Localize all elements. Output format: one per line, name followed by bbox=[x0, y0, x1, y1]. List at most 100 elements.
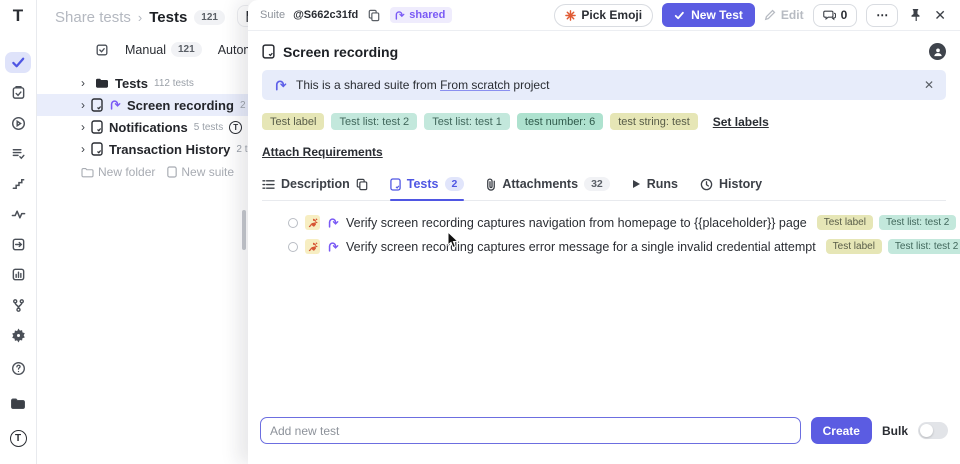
tab-description[interactable]: Description bbox=[262, 177, 368, 200]
list-check-icon bbox=[11, 146, 26, 161]
label-chip[interactable]: test number: 6 bbox=[517, 113, 603, 130]
pulse-icon bbox=[11, 207, 26, 222]
rail-item-plans[interactable] bbox=[5, 82, 31, 103]
select-all-icon[interactable] bbox=[95, 43, 109, 57]
test-title[interactable]: Verify screen recording captures error m… bbox=[346, 240, 816, 254]
tab-manual[interactable]: Manual 121 bbox=[125, 42, 202, 57]
tree-row-tests[interactable]: › Tests 112 tests bbox=[37, 72, 248, 94]
edit-label: Edit bbox=[781, 8, 804, 22]
play-circle-icon bbox=[11, 116, 26, 131]
rail-item-tests[interactable] bbox=[5, 52, 31, 73]
set-labels-link[interactable]: Set labels bbox=[713, 115, 769, 129]
rail-item-projects[interactable] bbox=[5, 390, 31, 416]
suite-doc-icon bbox=[262, 44, 275, 59]
branch-icon bbox=[11, 298, 26, 313]
drawer-body: Screen recording This is a shared suite … bbox=[248, 31, 960, 464]
label-chip: Test label bbox=[826, 239, 882, 254]
rail-item-help[interactable] bbox=[5, 355, 31, 381]
pick-emoji-button[interactable]: Pick Emoji bbox=[554, 4, 653, 27]
chevron-right-icon[interactable]: › bbox=[81, 98, 85, 112]
tab-automated[interactable]: Automated bbox=[218, 43, 248, 57]
comments-button[interactable]: 0 bbox=[813, 4, 858, 27]
new-folder-button[interactable]: New folder bbox=[81, 165, 155, 179]
shared-badge-label: shared bbox=[409, 9, 445, 21]
tree-row-transaction-history[interactable]: › Transaction History 2 tests T bbox=[37, 138, 248, 160]
banner-project-link[interactable]: From scratch bbox=[440, 78, 510, 92]
drawer-actions: Pick Emoji New Test Edit 0 ⋯ bbox=[554, 3, 948, 27]
suite-doc-icon bbox=[91, 98, 103, 112]
tab-attachments-count: 32 bbox=[584, 177, 610, 191]
play-icon bbox=[632, 179, 641, 189]
chevron-right-icon[interactable]: › bbox=[81, 76, 89, 90]
shared-icon bbox=[327, 217, 339, 229]
toggle-knob bbox=[920, 424, 933, 437]
suite-label: Suite bbox=[260, 9, 285, 21]
list-icon bbox=[262, 179, 275, 190]
tab-history-label: History bbox=[719, 177, 762, 191]
check-icon bbox=[674, 10, 685, 21]
test-select-checkbox[interactable] bbox=[288, 242, 298, 252]
tree-scrollbar-thumb[interactable] bbox=[242, 210, 246, 250]
tree-footer: New folder New suite bbox=[81, 165, 234, 179]
copy-icon[interactable] bbox=[356, 178, 368, 191]
tab-attachments[interactable]: Attachments 32 bbox=[486, 177, 609, 200]
add-test-input[interactable] bbox=[260, 417, 801, 444]
banner-close-icon[interactable]: ✕ bbox=[924, 78, 934, 92]
new-folder-label: New folder bbox=[98, 165, 155, 179]
firecracker-emoji-icon bbox=[305, 239, 320, 254]
banner-text: This is a shared suite from From scratch… bbox=[296, 78, 549, 92]
chevron-right-icon[interactable]: › bbox=[81, 142, 85, 156]
test-title[interactable]: Verify screen recording captures navigat… bbox=[346, 216, 807, 230]
label-chip[interactable]: Test list: test 1 bbox=[424, 113, 510, 130]
rail-item-results[interactable] bbox=[5, 143, 31, 164]
close-drawer-button[interactable]: ✕ bbox=[932, 5, 948, 26]
clipboard-check-icon bbox=[11, 85, 26, 100]
rail-item-branches[interactable] bbox=[5, 294, 31, 315]
tree-row-count: 5 tests bbox=[194, 122, 223, 133]
rail-item-reports[interactable] bbox=[5, 264, 31, 285]
filter-chip[interactable]: ✕ bbox=[237, 5, 248, 27]
more-actions-button[interactable]: ⋯ bbox=[866, 4, 898, 27]
rail-item-runs[interactable] bbox=[5, 113, 31, 134]
rail-item-import[interactable] bbox=[5, 234, 31, 255]
rail-item-analytics[interactable] bbox=[5, 203, 31, 224]
attach-requirements-link[interactable]: Attach Requirements bbox=[262, 145, 383, 159]
copy-suite-id-button[interactable] bbox=[366, 7, 382, 24]
test-row[interactable]: Verify screen recording captures error m… bbox=[262, 239, 946, 254]
tab-runs[interactable]: Runs bbox=[632, 177, 678, 200]
shared-icon bbox=[327, 241, 339, 253]
bar-chart-icon bbox=[11, 267, 26, 282]
new-suite-button[interactable]: New suite bbox=[167, 165, 234, 179]
breadcrumb-parent[interactable]: Share tests bbox=[55, 9, 131, 26]
label-chip[interactable]: Test list: test 2 bbox=[331, 113, 417, 130]
rail-item-settings[interactable] bbox=[5, 325, 31, 346]
new-test-button[interactable]: New Test bbox=[662, 3, 755, 27]
label-chip[interactable]: Test label bbox=[262, 113, 324, 130]
edit-button[interactable]: Edit bbox=[764, 8, 804, 22]
tree-row-notifications[interactable]: › Notifications 5 tests T notifi bbox=[37, 116, 248, 138]
label-chip[interactable]: test string: test bbox=[610, 113, 698, 130]
tab-tests[interactable]: Tests 2 bbox=[390, 177, 465, 200]
rail-item-steps[interactable] bbox=[5, 173, 31, 194]
tree-row-count: 112 tests bbox=[154, 78, 194, 89]
tab-history[interactable]: History bbox=[700, 177, 762, 200]
author-avatar[interactable] bbox=[929, 43, 946, 60]
drawer-header: Suite @S662c31fd shared Pick Emoji New T… bbox=[248, 0, 960, 31]
suite-detail-drawer: Suite @S662c31fd shared Pick Emoji New T… bbox=[248, 0, 960, 464]
tree-row-label: Transaction History bbox=[109, 142, 230, 157]
suite-id: @S662c31fd bbox=[293, 9, 358, 21]
folder-icon bbox=[10, 396, 26, 411]
label-chip: Test list: test 2 bbox=[888, 239, 960, 254]
chevron-right-icon[interactable]: › bbox=[81, 120, 85, 134]
rail-item-account[interactable]: T bbox=[5, 425, 31, 451]
tree-row-screen-recording[interactable]: › Screen recording 2 tests bbox=[37, 94, 248, 116]
copy-icon bbox=[368, 9, 380, 22]
gear-icon bbox=[11, 328, 26, 343]
tab-tests-count: 2 bbox=[445, 177, 465, 191]
create-test-button[interactable]: Create bbox=[811, 417, 872, 444]
pin-button[interactable] bbox=[907, 6, 923, 24]
test-select-checkbox[interactable] bbox=[288, 218, 298, 228]
tab-manual-label: Manual bbox=[125, 43, 166, 57]
test-row[interactable]: Verify screen recording captures navigat… bbox=[262, 215, 946, 230]
bulk-toggle[interactable] bbox=[918, 422, 948, 439]
